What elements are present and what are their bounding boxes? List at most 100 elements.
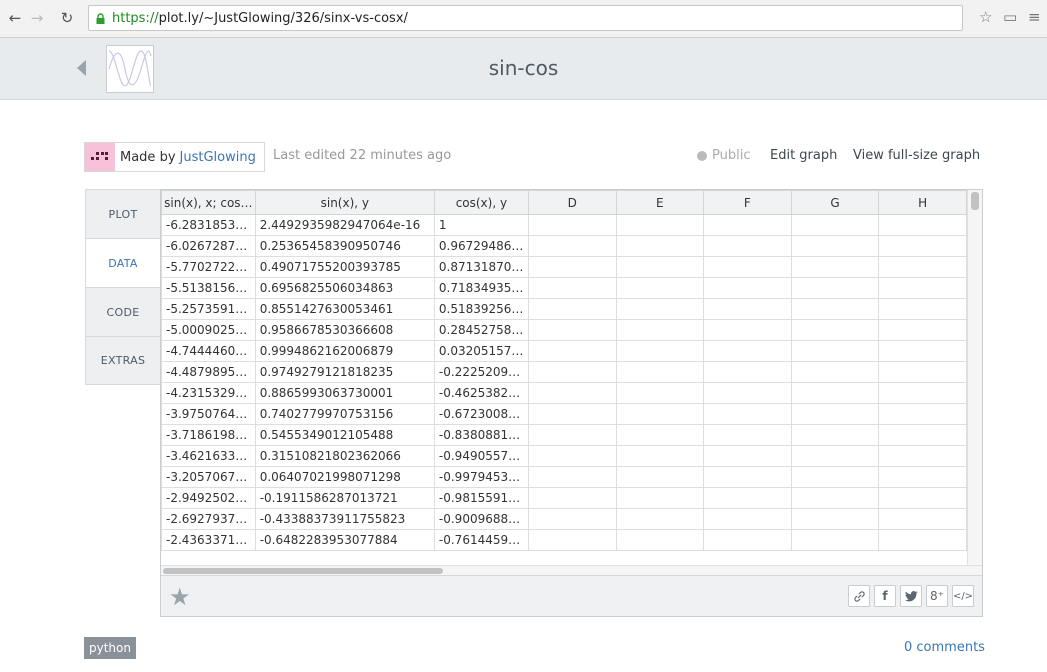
table-cell[interactable] <box>527 529 617 551</box>
table-cell[interactable]: -4.4879895… <box>161 361 256 383</box>
table-cell[interactable]: -0.6723008… <box>433 403 529 425</box>
column-header[interactable]: sin(x), y <box>254 190 435 215</box>
table-cell[interactable]: 0.06407021998071298 <box>254 466 435 488</box>
table-cell[interactable]: 0.03205157… <box>433 340 529 362</box>
table-cell[interactable]: 0.96729486… <box>433 235 529 257</box>
view-full-size-link[interactable]: View full-size graph <box>853 148 980 163</box>
edit-graph-link[interactable]: Edit graph <box>770 148 837 163</box>
table-cell[interactable]: 0.7402779970753156 <box>254 403 435 425</box>
table-cell[interactable]: 0.25365458390950746 <box>254 235 435 257</box>
table-cell[interactable]: -0.4625382… <box>433 382 529 404</box>
table-cell[interactable] <box>703 403 792 425</box>
table-cell[interactable]: -0.9815591… <box>433 487 529 509</box>
table-cell[interactable] <box>878 361 967 383</box>
table-cell[interactable] <box>878 529 967 551</box>
table-cell[interactable]: -0.2225209… <box>433 361 529 383</box>
table-cell[interactable] <box>615 466 705 488</box>
comments-link[interactable]: 0 comments <box>904 640 985 655</box>
table-cell[interactable] <box>790 319 880 341</box>
table-cell[interactable]: -2.6927937… <box>161 508 256 530</box>
table-cell[interactable]: -2.4363371… <box>161 529 256 551</box>
table-cell[interactable]: -5.0009025… <box>161 319 256 341</box>
embed-icon[interactable]: </> <box>952 585 974 607</box>
table-cell[interactable]: -2.9492502… <box>161 487 256 509</box>
table-cell[interactable] <box>615 529 705 551</box>
column-header[interactable]: H <box>878 190 967 215</box>
table-cell[interactable] <box>527 403 617 425</box>
table-cell[interactable] <box>527 508 617 530</box>
table-cell[interactable] <box>878 424 967 446</box>
table-cell[interactable]: 0.87131870… <box>433 256 529 278</box>
table-cell[interactable] <box>703 214 792 236</box>
table-cell[interactable]: -5.2573591… <box>161 298 256 320</box>
table-cell[interactable] <box>615 298 705 320</box>
table-cell[interactable] <box>703 235 792 257</box>
table-cell[interactable] <box>615 340 705 362</box>
address-bar[interactable]: https://plot.ly/~JustGlowing/326/sinx-vs… <box>88 5 963 31</box>
table-cell[interactable]: -3.9750764… <box>161 403 256 425</box>
table-cell[interactable] <box>878 319 967 341</box>
vertical-scroll-thumb[interactable] <box>971 192 979 210</box>
table-cell[interactable] <box>615 424 705 446</box>
table-cell[interactable] <box>615 403 705 425</box>
column-header[interactable]: F <box>703 190 792 215</box>
facebook-icon[interactable]: f <box>874 585 896 607</box>
table-cell[interactable] <box>703 508 792 530</box>
table-cell[interactable]: -0.9979453… <box>433 466 529 488</box>
table-cell[interactable] <box>878 382 967 404</box>
table-cell[interactable] <box>878 508 967 530</box>
column-header[interactable]: G <box>790 190 880 215</box>
menu-icon[interactable]: ≡ <box>1028 8 1041 26</box>
table-cell[interactable]: -4.2315329… <box>161 382 256 404</box>
tab-data[interactable]: DATA <box>85 238 161 287</box>
table-cell[interactable] <box>615 319 705 341</box>
table-cell[interactable]: -6.2831853… <box>161 214 256 236</box>
table-cell[interactable] <box>615 445 705 467</box>
horizontal-scrollbar[interactable] <box>161 565 982 575</box>
table-cell[interactable] <box>878 214 967 236</box>
table-cell[interactable] <box>527 466 617 488</box>
table-cell[interactable] <box>790 298 880 320</box>
table-cell[interactable]: 0.31510821802362066 <box>254 445 435 467</box>
table-cell[interactable]: 0.5455349012105488 <box>254 424 435 446</box>
table-cell[interactable] <box>527 361 617 383</box>
table-cell[interactable] <box>703 466 792 488</box>
table-cell[interactable] <box>615 382 705 404</box>
table-cell[interactable]: -0.7614459… <box>433 529 529 551</box>
table-cell[interactable] <box>527 487 617 509</box>
tag-python[interactable]: python <box>84 637 136 659</box>
star-bookmark-icon[interactable]: ☆ <box>979 8 992 26</box>
table-cell[interactable] <box>527 445 617 467</box>
table-cell[interactable] <box>878 340 967 362</box>
table-cell[interactable]: 0.6956825506034863 <box>254 277 435 299</box>
table-cell[interactable] <box>878 256 967 278</box>
table-cell[interactable] <box>878 235 967 257</box>
table-cell[interactable] <box>878 403 967 425</box>
table-cell[interactable] <box>527 382 617 404</box>
reload-icon[interactable]: ↻ <box>58 9 76 27</box>
tab-extras[interactable]: EXTRAS <box>85 336 161 385</box>
table-cell[interactable] <box>703 298 792 320</box>
table-cell[interactable]: 0.9586678530366608 <box>254 319 435 341</box>
table-cell[interactable]: -0.43388373911755823 <box>254 508 435 530</box>
table-cell[interactable] <box>615 277 705 299</box>
table-cell[interactable] <box>703 424 792 446</box>
column-header[interactable]: sin(x), x; cos… <box>161 190 256 215</box>
table-cell[interactable]: -5.7702722… <box>161 256 256 278</box>
table-cell[interactable] <box>703 277 792 299</box>
table-cell[interactable] <box>790 403 880 425</box>
table-cell[interactable]: 0.8551427630053461 <box>254 298 435 320</box>
table-cell[interactable] <box>790 340 880 362</box>
table-cell[interactable] <box>878 487 967 509</box>
table-cell[interactable]: 0.9994862162006879 <box>254 340 435 362</box>
table-cell[interactable]: 0.9749279121818235 <box>254 361 435 383</box>
table-cell[interactable] <box>703 319 792 341</box>
horizontal-scroll-thumb[interactable] <box>163 568 443 574</box>
table-cell[interactable]: -0.9009688… <box>433 508 529 530</box>
table-cell[interactable] <box>703 361 792 383</box>
table-cell[interactable] <box>790 214 880 236</box>
table-cell[interactable] <box>790 466 880 488</box>
link-icon[interactable] <box>848 585 870 607</box>
table-cell[interactable]: -4.7444460… <box>161 340 256 362</box>
cast-icon[interactable]: ▭ <box>1003 8 1017 26</box>
